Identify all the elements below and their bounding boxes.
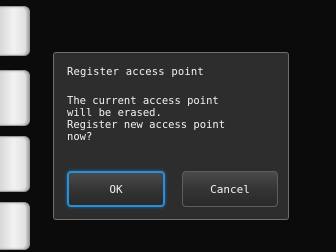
dialog-title: Register access point (67, 66, 204, 78)
register-access-point-dialog: Register access point The current access… (53, 52, 289, 220)
side-tab-4[interactable] (0, 202, 30, 250)
side-tab-3[interactable] (0, 136, 30, 192)
side-tab-2[interactable] (0, 70, 30, 126)
dialog-message: The current access point will be erased.… (67, 95, 226, 143)
side-tab-1[interactable] (0, 6, 30, 56)
ok-button[interactable]: OK (67, 171, 165, 207)
cancel-button[interactable]: Cancel (182, 171, 278, 207)
